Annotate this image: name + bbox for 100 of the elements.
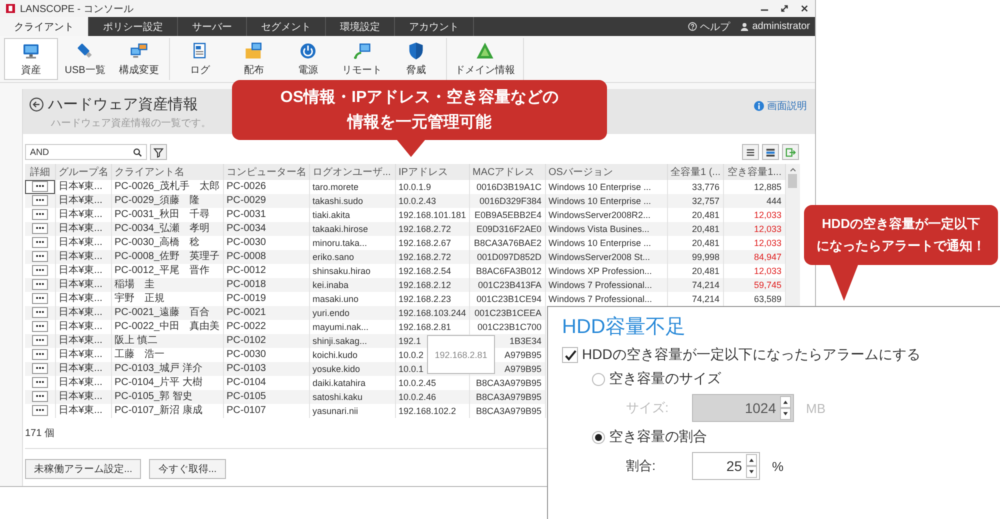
table-cell: eriko.sano [309,250,395,264]
table-cell: satoshi.kaku [309,390,395,404]
radio-button[interactable] [592,430,605,444]
details-button[interactable] [32,390,48,402]
column-header[interactable]: MACアドレス [469,164,545,180]
details-button[interactable] [32,250,48,262]
radio-button[interactable] [592,372,605,386]
toolbar-button[interactable]: ログ [173,38,227,80]
table-cell: 444 [723,194,785,208]
detail-view-button[interactable] [762,144,779,160]
table-cell: PC-0021_遠藤 百合 [111,306,223,320]
column-header[interactable]: グループ名 [55,164,111,180]
table-cell: Windows 10 Enterprise ... [545,194,667,208]
dots-icon [34,282,45,286]
details-button[interactable] [32,222,48,234]
dots-icon [34,268,45,272]
field-label: サイズ: [626,399,670,417]
table-cell: PC-0105_郭 智史 [111,390,223,404]
close-icon[interactable] [800,4,809,13]
field-label: 割合: [626,457,657,475]
table-cell: shinji.sakag... [309,334,395,348]
column-header[interactable]: 空き容量1... [723,164,785,180]
details-button[interactable] [32,320,48,332]
toolbar-button[interactable]: USB一覧 [58,38,112,80]
header-link[interactable]: administrator [735,17,815,36]
table-cell: yasunari.nii [309,404,395,418]
details-button[interactable] [32,236,48,248]
table-cell: PC-0029 [223,194,309,208]
column-header[interactable]: ログオンユーザ... [309,164,395,180]
checkbox[interactable] [562,347,578,363]
callout-text: になったらアラートで通知！ [816,237,986,255]
toolbar-button[interactable]: 電源 [281,38,335,80]
table-cell: 日本¥東... [55,278,111,292]
table-cell: PC-0102 [223,334,309,348]
table-cell: 192.168.2.72 [395,222,469,236]
table-cell: 日本¥東... [55,390,111,404]
filter-button[interactable] [150,144,167,160]
details-button[interactable] [32,194,48,206]
table-cell: PC-0034_弘瀬 孝明 [111,222,223,236]
monitor-signal-icon [352,41,372,61]
toolbar-button[interactable]: ドメイン情報 [450,38,520,80]
scroll-up-icon[interactable] [788,167,796,172]
details-button[interactable] [32,278,48,290]
table-cell: takashi.sudo [309,194,395,208]
dots-icon [34,324,45,328]
search-field[interactable]: AND [25,144,147,160]
column-header[interactable]: クライアント名 [111,164,223,180]
column-header[interactable]: コンピューター名 [223,164,309,180]
details-button[interactable] [32,306,48,318]
dots-icon [34,380,45,384]
highlighted-list-icon [765,146,776,158]
tab[interactable]: クライアント [0,17,89,36]
help-link[interactable]: 画面説明 [754,99,807,113]
table-cell: 32,757 [667,194,723,208]
scrollbar[interactable] [786,164,800,306]
user-icon [740,22,750,31]
details-button[interactable] [32,348,48,360]
filter-icon [153,146,164,158]
unit-label: MB [806,400,826,416]
table-cell: 10.0.2.46 [395,390,469,404]
details-button[interactable] [32,334,48,346]
table-cell: 0016D329F384 [469,194,545,208]
column-header[interactable]: 全容量1 (... [667,164,723,180]
stepper-icon[interactable] [780,396,791,420]
dots-icon [34,394,45,398]
table-cell: yuri.endo [309,306,395,320]
scroll-thumb[interactable] [788,174,797,188]
help-icon [688,22,698,31]
number-field[interactable]: 1024 [692,394,794,422]
details-button[interactable] [32,404,48,416]
details-button[interactable] [32,376,48,388]
table-cell: PC-0103 [223,362,309,376]
panel-title: HDD容量不足 [562,315,686,340]
dots-icon [34,254,45,258]
stepper-icon[interactable] [746,454,757,478]
list-view-button[interactable] [742,144,759,160]
table-cell: PC-0029_須藤 隆 [111,194,223,208]
maximize-icon[interactable] [780,4,789,13]
table-cell: 84,947 [723,250,785,264]
header-link[interactable]: ヘルプ [683,17,736,36]
number-field[interactable]: 25 [692,452,760,480]
action-button[interactable]: 未稼働アラーム設定... [25,459,142,479]
toolbar-button[interactable]: 構成変更 [112,38,166,80]
back-icon[interactable] [29,97,44,112]
details-button[interactable] [32,180,48,192]
column-header[interactable]: OSバージョン [545,164,667,180]
dots-icon [34,408,45,412]
toolbar-button[interactable]: リモート [335,38,389,80]
toolbar-button[interactable]: 資産 [4,38,58,80]
action-button[interactable]: 今すぐ取得... [149,459,226,479]
details-button[interactable] [32,362,48,374]
details-button[interactable] [32,208,48,220]
toolbar-button[interactable]: 脅威 [389,38,443,80]
column-header[interactable]: 詳細 [25,164,55,180]
list-icon [745,146,756,158]
table-cell: PC-0107 [223,404,309,418]
details-button[interactable] [32,264,48,276]
column-header[interactable]: IPアドレス [395,164,469,180]
toolbar-button[interactable]: 配布 [227,38,281,80]
details-button[interactable] [32,292,48,304]
